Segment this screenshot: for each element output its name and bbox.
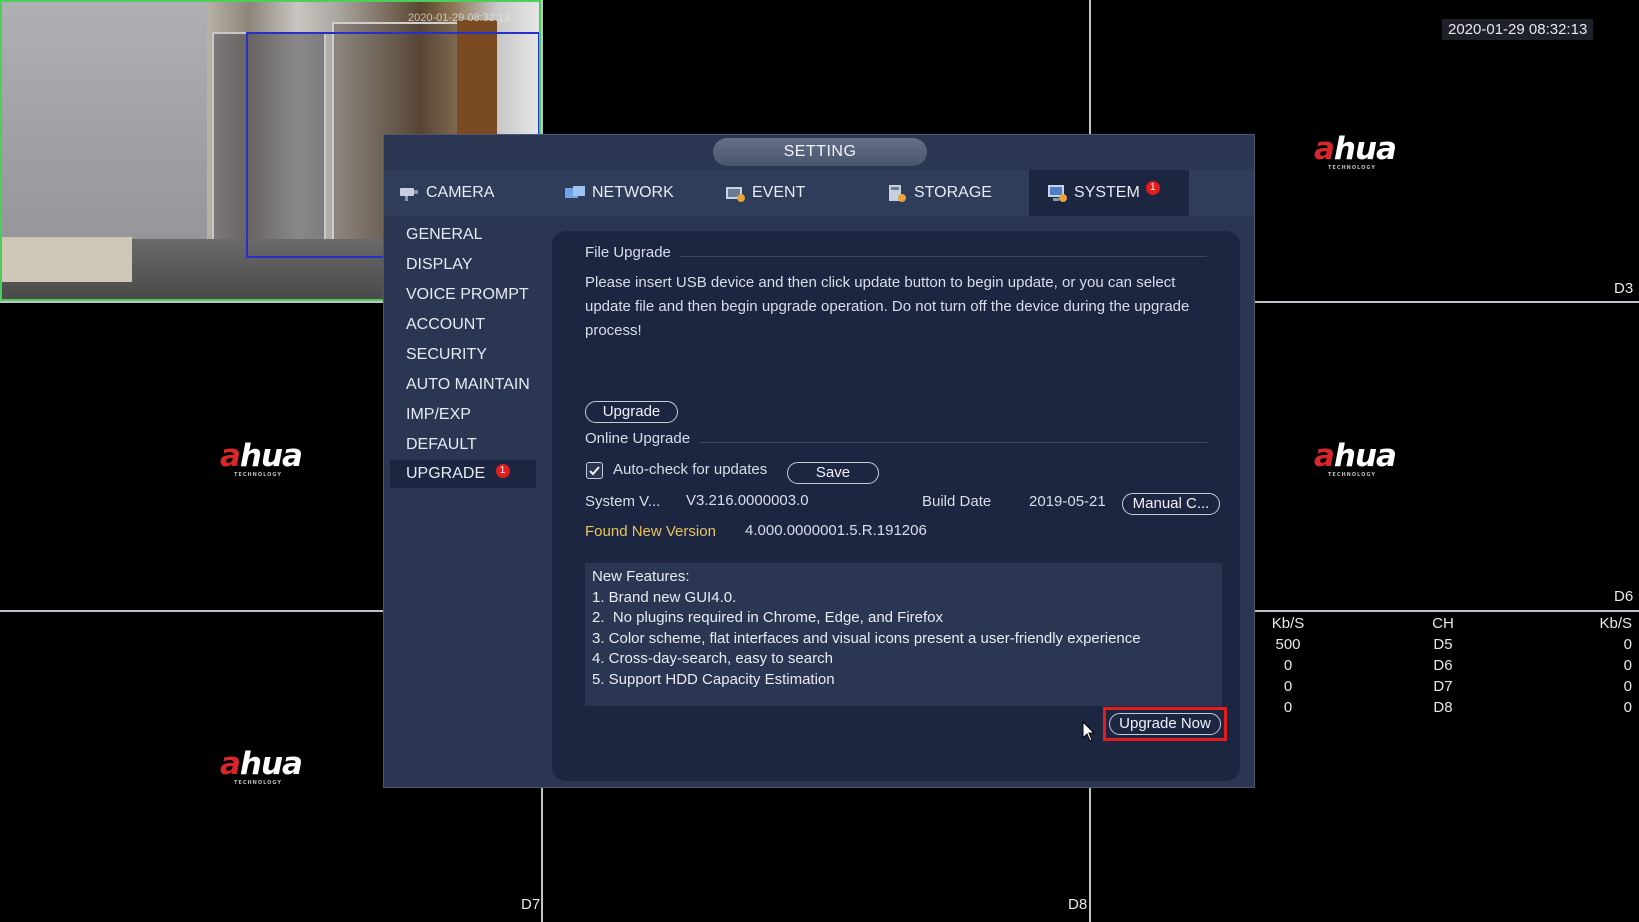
camera-icon — [400, 188, 418, 201]
sidebar-item-default[interactable]: DEFAULT — [390, 431, 536, 459]
camera-timestamp: 2020-01-29 08:32:13 — [408, 12, 511, 24]
bandwidth-table: Kb/S CH Kb/S 500 D5 0 0 D6 0 0 D7 0 0 D8… — [1258, 615, 1632, 720]
save-button[interactable]: Save — [787, 462, 879, 484]
sidebar-item-label: DISPLAY — [406, 256, 473, 273]
bw-header-kbs: Kb/S — [1271, 615, 1305, 632]
bw-cell: 0 — [1283, 657, 1293, 674]
sidebar-item-label: SECURITY — [406, 346, 487, 363]
tab-event[interactable]: EVENT — [724, 170, 874, 216]
tab-network[interactable]: NETWORK — [564, 170, 714, 216]
storage-icon — [889, 185, 906, 202]
tab-system-label: SYSTEM — [1074, 184, 1140, 201]
logo-d4: ahua TECHNOLOGY — [220, 438, 303, 478]
tab-storage-label: STORAGE — [914, 184, 992, 201]
sidebar-item-label: UPGRADE — [406, 465, 486, 482]
tab-network-label: NETWORK — [592, 184, 674, 201]
table-row: 0 D7 0 — [1258, 678, 1632, 699]
setting-window: SETTING CAMERA NETWORK EVENT STORAGE SYS… — [383, 134, 1255, 788]
bw-cell: 0 — [1283, 678, 1293, 695]
upgrade-panel: File Upgrade Please insert USB device an… — [552, 231, 1240, 781]
sidebar-item-display[interactable]: DISPLAY — [390, 251, 536, 279]
tab-system-badge: 1 — [1145, 181, 1160, 195]
feed-desk — [2, 237, 132, 282]
sidebar-item-label: AUTO MAINTAIN — [406, 376, 530, 393]
event-icon — [726, 187, 745, 202]
sidebar-item-label: ACCOUNT — [406, 316, 486, 333]
system-icon — [1048, 185, 1067, 202]
sidebar-item-imp-exp[interactable]: IMP/EXP — [390, 401, 536, 429]
upgrade-button[interactable]: Upgrade — [585, 401, 678, 423]
new-features-box[interactable]: New Features: 1. Brand new GUI4.0. 2. No… — [585, 563, 1222, 706]
bw-cell: 0 — [1623, 657, 1632, 674]
bw-header-kbs-2: Kb/S — [1599, 615, 1632, 632]
bw-cell: 500 — [1275, 636, 1301, 653]
build-date-value: 2019-05-21 — [1029, 493, 1106, 510]
build-date-label: Build Date — [922, 493, 992, 510]
sidebar-item-voice-prompt[interactable]: VOICE PROMPT — [390, 281, 536, 309]
tab-storage[interactable]: STORAGE — [886, 170, 1036, 216]
window-title: SETTING — [713, 138, 927, 166]
found-new-version-label: Found New Version — [585, 523, 716, 540]
tab-camera-label: CAMERA — [426, 184, 495, 201]
network-icon — [565, 186, 585, 198]
feature-line: New Features: — [592, 568, 690, 585]
sidebar-upgrade-badge: 1 — [495, 464, 510, 478]
found-new-version-value: 4.000.0000001.5.R.191206 — [745, 522, 927, 539]
auto-check-checkbox[interactable] — [586, 462, 603, 479]
bw-cell: 0 — [1283, 699, 1293, 716]
sidebar-item-label: IMP/EXP — [406, 406, 471, 423]
online-upgrade-title: Online Upgrade — [585, 430, 691, 447]
logo-d6: ahua TECHNOLOGY — [1314, 438, 1397, 478]
table-row: 0 D6 0 — [1258, 657, 1632, 678]
sidebar-item-upgrade[interactable]: UPGRADE 1 — [390, 460, 536, 488]
tab-event-label: EVENT — [752, 184, 806, 201]
sidebar-item-account[interactable]: ACCOUNT — [390, 311, 536, 339]
feature-line: 4. Cross-day-search, easy to search — [592, 650, 833, 667]
sidebar-item-security[interactable]: SECURITY — [390, 341, 536, 369]
file-upgrade-divider — [680, 256, 1207, 257]
system-datetime: 2020-01-29 08:32:13 — [1442, 19, 1594, 40]
table-row: 0 D8 0 — [1258, 699, 1632, 720]
sidebar-item-label: GENERAL — [406, 226, 483, 243]
feature-line: 1. Brand new GUI4.0. — [592, 588, 737, 606]
system-version-value: V3.216.0000003.0 — [686, 492, 809, 509]
mouse-cursor-icon — [1082, 721, 1096, 742]
sidebar-item-label: VOICE PROMPT — [406, 286, 529, 303]
bw-header-ch: CH — [1432, 615, 1454, 632]
file-upgrade-description: Please insert USB device and then click … — [585, 274, 1190, 339]
tab-camera[interactable]: CAMERA — [398, 170, 548, 216]
feature-line: 2. No plugins required in Chrome, Edge, … — [592, 609, 944, 626]
table-row: 500 D5 0 — [1258, 636, 1632, 657]
manual-check-button[interactable]: Manual C... — [1122, 493, 1220, 515]
sidebar-item-auto-maintain[interactable]: AUTO MAINTAIN — [390, 371, 536, 399]
bw-cell: D6 — [1433, 657, 1453, 674]
channel-label-d6: D6 — [1614, 588, 1634, 605]
check-icon — [589, 466, 600, 476]
bw-cell: D5 — [1433, 636, 1453, 653]
bw-cell: 0 — [1623, 678, 1632, 695]
channel-label-d7: D7 — [521, 896, 541, 913]
sidebar-item-label: DEFAULT — [406, 436, 477, 453]
upgrade-now-button[interactable]: Upgrade Now — [1109, 713, 1221, 735]
auto-check-label: Auto-check for updates — [613, 461, 768, 478]
channel-label-d8: D8 — [1068, 896, 1088, 913]
tab-system[interactable]: SYSTEM 1 — [1029, 170, 1189, 216]
feature-line: 3. Color scheme, flat interfaces and vis… — [592, 629, 1141, 647]
tab-bar: CAMERA NETWORK EVENT STORAGE SYSTEM 1 — [384, 170, 1254, 216]
bw-cell: 0 — [1623, 699, 1632, 716]
bw-cell: 0 — [1623, 636, 1632, 653]
channel-label-d3: D3 — [1614, 280, 1634, 297]
feature-line: 5. Support HDD Capacity Estimation — [592, 670, 835, 688]
logo-d3: ahua TECHNOLOGY — [1314, 131, 1397, 171]
online-upgrade-divider — [699, 442, 1207, 443]
logo-d7: ahua TECHNOLOGY — [220, 746, 303, 786]
bw-cell: D8 — [1433, 699, 1453, 716]
sidebar-item-general[interactable]: GENERAL — [390, 221, 536, 249]
bw-cell: D7 — [1433, 678, 1453, 695]
system-version-label: System V... — [585, 493, 661, 510]
bandwidth-header: Kb/S CH Kb/S — [1258, 615, 1632, 636]
file-upgrade-title: File Upgrade — [585, 244, 671, 261]
